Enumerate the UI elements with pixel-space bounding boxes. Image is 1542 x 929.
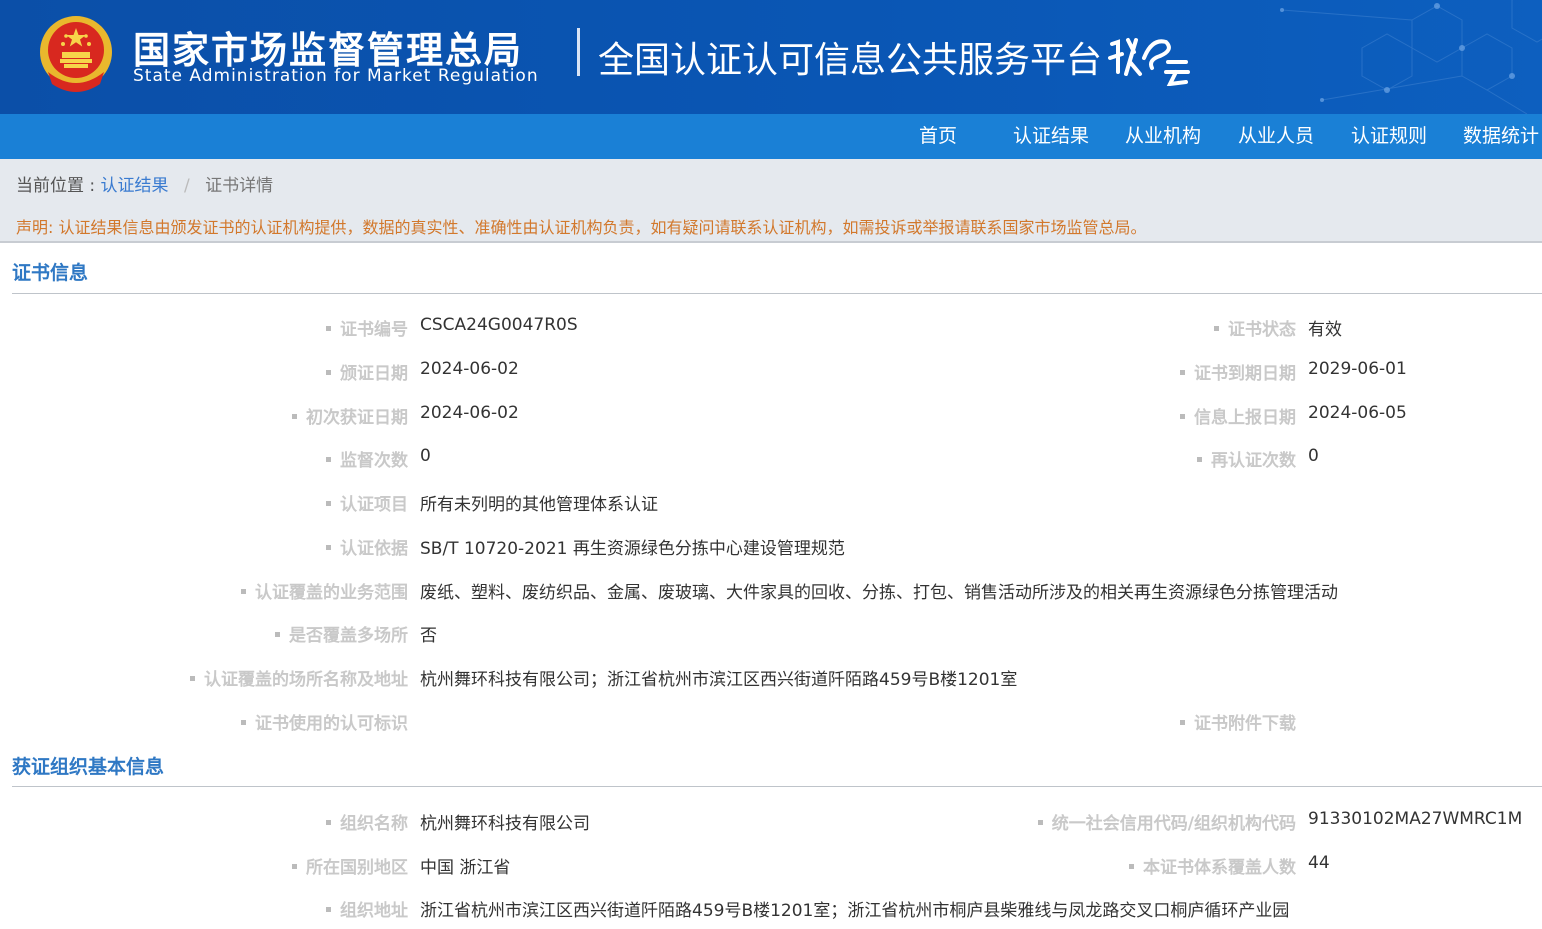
label-expiry-date: 证书到期日期: [1180, 359, 1296, 384]
label-attachment-download: 证书附件下载: [1180, 709, 1296, 734]
site-header: 国家市场监督管理总局 State Administration for Mark…: [0, 0, 1542, 114]
renzheng-cloud-logo: [1108, 38, 1190, 86]
label-cert-basis: 认证依据: [326, 534, 408, 559]
bullet-icon: [326, 820, 331, 825]
bullet-icon: [1180, 720, 1185, 725]
label-cert-status: 证书状态: [1214, 315, 1296, 340]
bullet-icon: [1180, 414, 1185, 419]
breadcrumb-bar: 当前位置 : 认证结果 / 证书详情 声明: 认证结果信息由颁发证书的认证机构提…: [0, 159, 1542, 243]
value-expiry-date: 2029-06-01: [1308, 359, 1407, 379]
bullet-icon: [1129, 864, 1134, 869]
breadcrumb-current: 证书详情: [205, 176, 274, 196]
breadcrumb-prefix: 当前位置 :: [16, 176, 96, 196]
label-issue-date: 颁证日期: [326, 359, 408, 384]
disclaimer-notice: 声明: 认证结果信息由颁发证书的认证机构提供，数据的真实性、准确性由认证机构负责…: [16, 218, 1147, 237]
bullet-icon: [241, 589, 246, 594]
value-recert-count: 0: [1308, 446, 1319, 466]
value-region: 中国 浙江省: [420, 858, 511, 878]
agency-title-en: State Administration for Market Regulati…: [133, 66, 539, 86]
section-title-org-info: 获证组织基本信息: [12, 756, 165, 778]
value-first-date: 2024-06-02: [420, 403, 519, 423]
bullet-icon: [292, 414, 297, 419]
label-cert-number: 证书编号: [326, 315, 408, 340]
national-emblem-icon: [40, 16, 112, 92]
bullet-icon: [326, 907, 331, 912]
bullet-icon: [326, 457, 331, 462]
value-multi-site: 否: [420, 626, 437, 646]
label-org-address: 组织地址: [326, 896, 408, 921]
bullet-icon: [275, 632, 280, 637]
label-recert-count: 再认证次数: [1197, 446, 1296, 471]
bullet-icon: [326, 501, 331, 506]
breadcrumb: 当前位置 : 认证结果 / 证书详情: [16, 171, 273, 196]
bullet-icon: [326, 545, 331, 550]
label-report-date: 信息上报日期: [1180, 403, 1296, 428]
label-org-name: 组织名称: [326, 809, 408, 834]
bullet-icon: [326, 370, 331, 375]
label-supervision-count: 监督次数: [326, 446, 408, 471]
value-supervision-count: 0: [420, 446, 431, 466]
value-site-address: 杭州舞环科技有限公司；浙江省杭州市滨江区西兴街道阡陌路459号B楼1201室: [420, 670, 1018, 690]
label-business-scope: 认证覆盖的业务范围: [241, 578, 408, 603]
value-cert-basis: SB/T 10720-2021 再生资源绿色分拣中心建设管理规范: [420, 539, 845, 559]
value-issue-date: 2024-06-02: [420, 359, 519, 379]
breadcrumb-separator: /: [183, 176, 190, 196]
bullet-icon: [1180, 370, 1185, 375]
label-credit-code: 统一社会信用代码/组织机构代码: [1037, 809, 1296, 834]
bullet-icon: [190, 676, 195, 681]
label-region: 所在国别地区: [292, 853, 408, 878]
value-cert-project: 所有未列明的其他管理体系认证: [420, 495, 658, 515]
section-title-cert-info: 证书信息: [12, 262, 89, 284]
nav-cert-rules[interactable]: 认证规则: [1351, 114, 1427, 159]
value-org-name: 杭州舞环科技有限公司: [420, 814, 590, 834]
main-nav: 首页 认证结果 从业机构 从业人员 认证规则 数据统计: [0, 114, 1542, 159]
title-divider: [577, 28, 580, 76]
value-credit-code: 91330102MA27WMRC1M: [1308, 809, 1523, 829]
label-multi-site: 是否覆盖多场所: [275, 621, 408, 646]
value-report-date: 2024-06-05: [1308, 403, 1407, 423]
platform-title: 全国认证认可信息公共服务平台: [598, 40, 1103, 81]
label-site-address: 认证覆盖的场所名称及地址: [190, 665, 408, 690]
bullet-icon: [1037, 820, 1043, 825]
bullet-icon: [326, 326, 331, 331]
value-cert-status: 有效: [1308, 320, 1342, 340]
nav-personnel[interactable]: 从业人员: [1238, 114, 1314, 159]
breadcrumb-link-cert-results[interactable]: 认证结果: [101, 176, 169, 196]
value-org-address: 浙江省杭州市滨江区西兴街道阡陌路459号B楼1201室；浙江省杭州市桐庐县柴雅线…: [420, 901, 1290, 921]
nav-cert-results[interactable]: 认证结果: [1013, 114, 1089, 159]
bullet-icon: [241, 720, 246, 725]
label-cert-project: 认证项目: [326, 490, 408, 515]
section-divider: [12, 786, 1542, 787]
nav-home[interactable]: 首页: [919, 114, 957, 159]
value-cert-number: CSCA24G0047R0S: [420, 315, 578, 335]
label-accreditation-mark: 证书使用的认可标识: [241, 709, 408, 734]
value-headcount: 44: [1308, 853, 1330, 873]
nav-institutions[interactable]: 从业机构: [1125, 114, 1201, 159]
section-divider: [12, 293, 1542, 294]
bullet-icon: [292, 864, 297, 869]
label-headcount: 本证书体系覆盖人数: [1129, 853, 1296, 878]
value-business-scope: 废纸、塑料、废纺织品、金属、废玻璃、大件家具的回收、分拣、打包、销售活动所涉及的…: [420, 583, 1338, 603]
bullet-icon: [1214, 326, 1219, 331]
label-first-date: 初次获证日期: [292, 403, 408, 428]
bullet-icon: [1197, 457, 1202, 462]
nav-statistics[interactable]: 数据统计: [1463, 114, 1539, 159]
